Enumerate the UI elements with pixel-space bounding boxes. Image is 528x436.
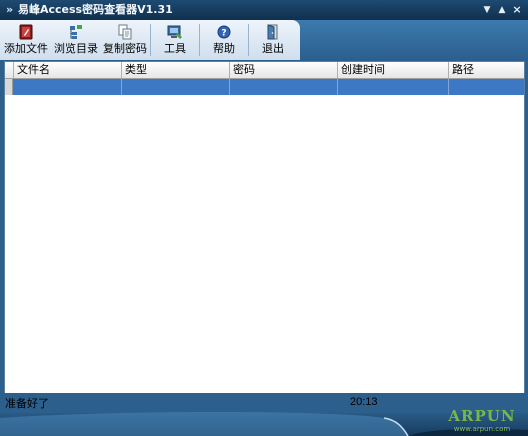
help-button[interactable]: ? 帮助 bbox=[201, 21, 247, 59]
add-file-button[interactable]: 添加文件 bbox=[2, 21, 50, 59]
browse-folder-label: 浏览目录 bbox=[54, 42, 98, 55]
toolbar-separator bbox=[199, 24, 200, 56]
window-title: 易峰Access密码查看器V1.31 bbox=[18, 3, 173, 16]
exit-door-icon bbox=[267, 24, 278, 40]
tools-button[interactable]: 工具 bbox=[152, 21, 198, 59]
tools-icon bbox=[167, 25, 182, 39]
cell-type[interactable] bbox=[122, 79, 230, 95]
cell-path[interactable] bbox=[449, 79, 524, 95]
toolbar: 添加文件 浏览目录 复制密码 工具 ? 帮助 退出 bbox=[0, 20, 528, 60]
column-header-filename[interactable]: 文件名 bbox=[14, 62, 122, 78]
cell-password[interactable] bbox=[230, 79, 338, 95]
header-indicator bbox=[5, 62, 14, 78]
exit-label: 退出 bbox=[262, 42, 284, 55]
watermark-brand: ARPUN bbox=[447, 407, 515, 425]
copy-password-label: 复制密码 bbox=[103, 42, 147, 55]
exit-button[interactable]: 退出 bbox=[250, 21, 296, 59]
toolbar-panel: 添加文件 浏览目录 复制密码 工具 ? 帮助 退出 bbox=[0, 20, 300, 60]
browse-folder-button[interactable]: 浏览目录 bbox=[51, 21, 101, 59]
chevron-right-icon[interactable]: » bbox=[6, 3, 16, 17]
minimize-button[interactable]: ▼ bbox=[481, 4, 493, 16]
cell-created-time[interactable] bbox=[338, 79, 449, 95]
column-header-password[interactable]: 密码 bbox=[230, 62, 338, 78]
toolbar-separator bbox=[248, 24, 249, 56]
svg-text:?: ? bbox=[221, 29, 226, 39]
column-header-path[interactable]: 路径 bbox=[449, 62, 524, 78]
help-label: 帮助 bbox=[213, 42, 235, 55]
copy-icon bbox=[118, 24, 132, 40]
maximize-button[interactable]: ▲ bbox=[496, 4, 508, 16]
arpun-watermark-logo: ARPUN www.arpun.com bbox=[447, 407, 515, 433]
file-list[interactable]: 文件名 类型 密码 创建时间 路径 bbox=[4, 61, 525, 394]
browse-folder-icon bbox=[70, 25, 82, 39]
row-indicator bbox=[5, 79, 13, 95]
column-header-type[interactable]: 类型 bbox=[122, 62, 230, 78]
status-time: 20:13 bbox=[350, 396, 378, 408]
add-file-icon bbox=[19, 24, 33, 40]
app-window: » 易峰Access密码查看器V1.31 ▼ ▲ × 添加文件 浏览目录 复制密… bbox=[0, 0, 528, 436]
toolbar-separator bbox=[150, 24, 151, 56]
copy-password-button[interactable]: 复制密码 bbox=[101, 21, 149, 59]
tools-label: 工具 bbox=[164, 42, 186, 55]
column-header-created-time[interactable]: 创建时间 bbox=[338, 62, 449, 78]
status-text: 准备好了 bbox=[5, 397, 49, 410]
close-button[interactable]: × bbox=[511, 4, 523, 16]
watermark-subtext: www.arpun.com bbox=[454, 425, 511, 433]
cell-filename[interactable] bbox=[14, 79, 122, 95]
list-header: 文件名 类型 密码 创建时间 路径 bbox=[5, 62, 524, 79]
add-file-label: 添加文件 bbox=[4, 42, 48, 55]
table-row[interactable] bbox=[5, 79, 524, 95]
help-icon: ? bbox=[217, 25, 231, 39]
title-bar[interactable]: » 易峰Access密码查看器V1.31 ▼ ▲ × bbox=[0, 0, 528, 20]
